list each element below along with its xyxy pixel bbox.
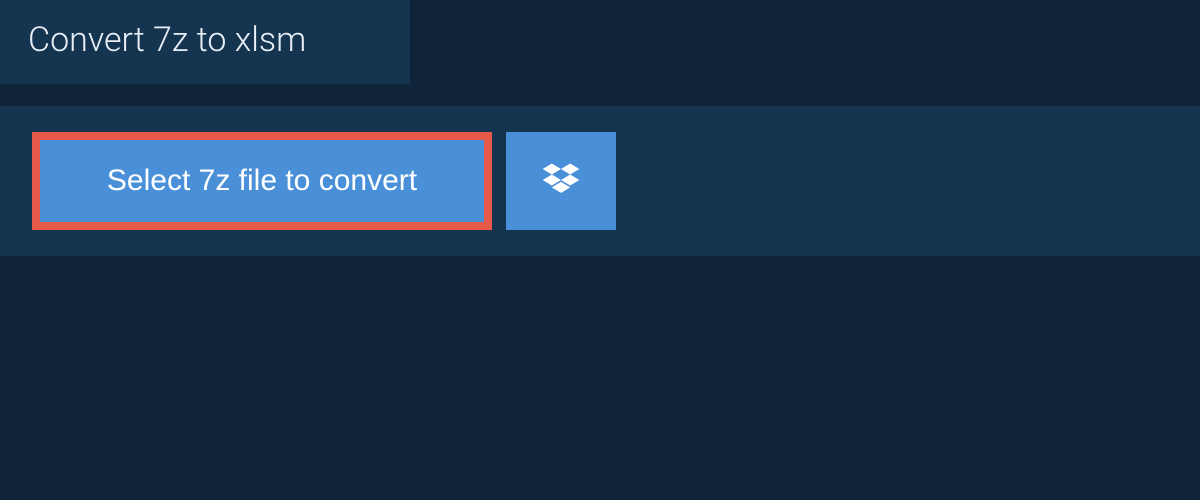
- select-file-label: Select 7z file to convert: [107, 164, 417, 198]
- page-title: Convert 7z to xlsm: [28, 20, 306, 60]
- page-title-tab: Convert 7z to xlsm: [0, 0, 410, 84]
- select-file-button[interactable]: Select 7z file to convert: [32, 132, 492, 230]
- action-panel: Select 7z file to convert: [0, 106, 1200, 256]
- dropbox-icon: [539, 158, 583, 205]
- button-row: Select 7z file to convert: [32, 132, 1168, 230]
- dropbox-button[interactable]: [506, 132, 616, 230]
